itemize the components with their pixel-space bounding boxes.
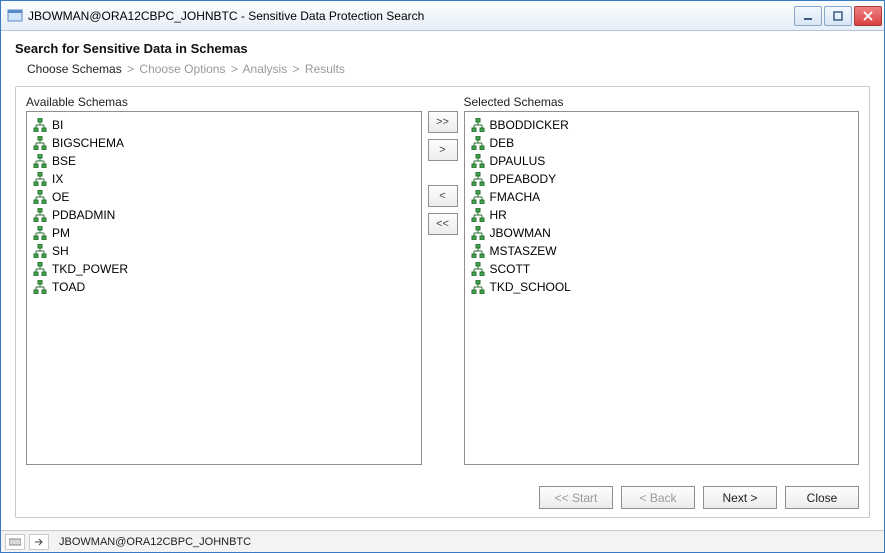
add-one-button[interactable]: > (428, 139, 458, 161)
content: Search for Sensitive Data in Schemas Cho… (1, 31, 884, 518)
titlebar: JBOWMAN@ORA12CBPC_JOHNBTC - Sensitive Da… (1, 1, 884, 31)
wizard-buttons: << Start < Back Next > Close (539, 486, 859, 509)
list-item[interactable]: DPEABODY (467, 170, 857, 188)
list-item[interactable]: BBODDICKER (467, 116, 857, 134)
schema-icon (33, 154, 47, 168)
minimize-button[interactable] (794, 6, 822, 26)
breadcrumb-step-4: Results (305, 62, 345, 76)
schema-icon (33, 136, 47, 150)
schema-icon (33, 226, 47, 240)
list-item[interactable]: JBOWMAN (467, 224, 857, 242)
close-button[interactable]: Close (785, 486, 859, 509)
list-item[interactable]: PDBADMIN (29, 206, 419, 224)
list-item[interactable]: BIGSCHEMA (29, 134, 419, 152)
list-item[interactable]: IX (29, 170, 419, 188)
list-item[interactable]: SCOTT (467, 260, 857, 278)
wizard-panel: Available Schemas BI BIGSCHEMA BSE IX OE PDBA… (15, 86, 870, 518)
remove-all-button[interactable]: << (428, 213, 458, 235)
remove-one-button[interactable]: < (428, 185, 458, 207)
list-item-label: PM (52, 226, 70, 240)
back-button[interactable]: < Back (621, 486, 695, 509)
available-listbox[interactable]: BI BIGSCHEMA BSE IX OE PDBADMIN PM SH TKD_POWER T… (26, 111, 422, 465)
schema-icon (471, 118, 485, 132)
list-item-label: BBODDICKER (490, 118, 569, 132)
list-item-label: BSE (52, 154, 76, 168)
list-item[interactable]: MSTASZEW (467, 242, 857, 260)
breadcrumb-step-2: Choose Options (139, 62, 225, 76)
list-item[interactable]: PM (29, 224, 419, 242)
list-item[interactable]: TKD_SCHOOL (467, 278, 857, 296)
schema-icon (471, 172, 485, 186)
list-item[interactable]: DPAULUS (467, 152, 857, 170)
selected-column: Selected Schemas BBODDICKER DEB DPAULUS DPE… (464, 95, 860, 465)
move-controls: >> > < << (422, 95, 464, 465)
breadcrumb-step-1: Choose Schemas (27, 62, 122, 76)
available-label: Available Schemas (26, 95, 422, 109)
maximize-button[interactable] (824, 6, 852, 26)
list-item-label: OE (52, 190, 69, 204)
schema-icon (33, 118, 47, 132)
schema-icon (33, 172, 47, 186)
chevron-right-icon: > (127, 62, 134, 76)
list-item-label: DPAULUS (490, 154, 546, 168)
schema-icon (33, 190, 47, 204)
list-item-label: PDBADMIN (52, 208, 115, 222)
list-item-label: MSTASZEW (490, 244, 557, 258)
list-item-label: TKD_SCHOOL (490, 280, 571, 294)
start-button[interactable]: << Start (539, 486, 613, 509)
schema-icon (33, 208, 47, 222)
chevron-right-icon: > (231, 62, 238, 76)
selected-listbox[interactable]: BBODDICKER DEB DPAULUS DPEABODY FMACHA HR JBOW… (464, 111, 860, 465)
list-item[interactable]: BSE (29, 152, 419, 170)
list-item-label: SCOTT (490, 262, 531, 276)
list-item-label: TOAD (52, 280, 85, 294)
list-item-label: BI (52, 118, 63, 132)
list-item-label: JBOWMAN (490, 226, 551, 240)
list-item[interactable]: SH (29, 242, 419, 260)
next-button[interactable]: Next > (703, 486, 777, 509)
schema-icon (471, 280, 485, 294)
breadcrumb: Choose Schemas > Choose Options > Analys… (27, 62, 870, 76)
list-item[interactable]: HR (467, 206, 857, 224)
status-tab-icon[interactable] (5, 534, 25, 550)
add-all-button[interactable]: >> (428, 111, 458, 133)
dual-listbox: Available Schemas BI BIGSCHEMA BSE IX OE PDBA… (26, 95, 859, 465)
selected-label: Selected Schemas (464, 95, 860, 109)
schema-icon (471, 190, 485, 204)
list-item[interactable]: BI (29, 116, 419, 134)
window-controls (794, 6, 882, 26)
list-item[interactable]: TKD_POWER (29, 260, 419, 278)
list-item-label: DPEABODY (490, 172, 557, 186)
page-heading: Search for Sensitive Data in Schemas (15, 41, 870, 56)
app-icon (7, 8, 23, 24)
schema-icon (33, 244, 47, 258)
chevron-right-icon: > (293, 62, 300, 76)
schema-icon (471, 262, 485, 276)
list-item[interactable]: TOAD (29, 278, 419, 296)
schema-icon (471, 226, 485, 240)
status-connection: JBOWMAN@ORA12CBPC_JOHNBTC (53, 536, 257, 548)
breadcrumb-step-3: Analysis (243, 62, 288, 76)
schema-icon (471, 244, 485, 258)
schema-icon (33, 262, 47, 276)
list-item-label: SH (52, 244, 69, 258)
schema-icon (33, 280, 47, 294)
schema-icon (471, 208, 485, 222)
status-tab-arrow-icon[interactable] (29, 534, 49, 550)
list-item-label: TKD_POWER (52, 262, 128, 276)
list-item-label: FMACHA (490, 190, 541, 204)
list-item[interactable]: OE (29, 188, 419, 206)
statusbar: JBOWMAN@ORA12CBPC_JOHNBTC (1, 530, 884, 552)
list-item-label: DEB (490, 136, 515, 150)
schema-icon (471, 154, 485, 168)
window-title: JBOWMAN@ORA12CBPC_JOHNBTC - Sensitive Da… (28, 9, 794, 23)
list-item-label: BIGSCHEMA (52, 136, 124, 150)
list-item-label: IX (52, 172, 63, 186)
available-column: Available Schemas BI BIGSCHEMA BSE IX OE PDBA… (26, 95, 422, 465)
list-item-label: HR (490, 208, 507, 222)
schema-icon (471, 136, 485, 150)
close-window-button[interactable] (854, 6, 882, 26)
list-item[interactable]: FMACHA (467, 188, 857, 206)
list-item[interactable]: DEB (467, 134, 857, 152)
